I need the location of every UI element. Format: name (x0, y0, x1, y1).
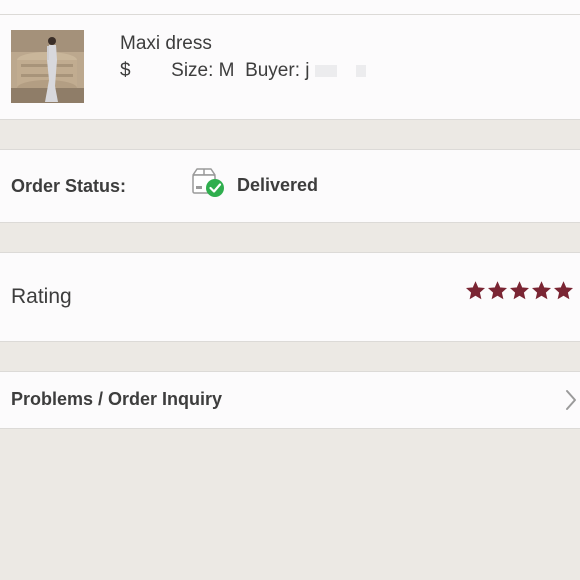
order-status-label: Order Status: (11, 176, 127, 196)
chevron-right-icon (564, 388, 578, 412)
buyer-redacted-2 (356, 64, 367, 77)
package-delivered-icon (190, 167, 226, 199)
item-buyer: Buyer: j (245, 60, 310, 81)
order-status-value: Delivered (237, 175, 319, 195)
star-icon (510, 281, 529, 300)
price-symbol: $ (120, 60, 131, 81)
item-card[interactable]: Maxi dress $ Size: M Buyer: j (0, 15, 580, 120)
rating-stars (466, 281, 573, 300)
star-icon (466, 281, 485, 300)
order-status-row: Order Status: Delivered (0, 149, 580, 223)
item-name: Maxi dress (120, 33, 212, 54)
top-strip (0, 0, 580, 15)
star-icon (488, 281, 507, 300)
price-redacted (136, 65, 166, 77)
rating-row: Rating (0, 252, 580, 342)
item-size: Size: M (171, 60, 235, 81)
item-thumbnail[interactable] (11, 30, 84, 103)
star-icon (554, 281, 573, 300)
buyer-redacted (314, 64, 337, 77)
problems-order-inquiry-label: Problems / Order Inquiry (11, 389, 223, 409)
star-icon (532, 281, 551, 300)
rating-label: Rating (11, 285, 72, 308)
item-meta: $ Size: M Buyer: j (120, 60, 367, 82)
problems-order-inquiry-row[interactable]: Problems / Order Inquiry (0, 371, 580, 429)
